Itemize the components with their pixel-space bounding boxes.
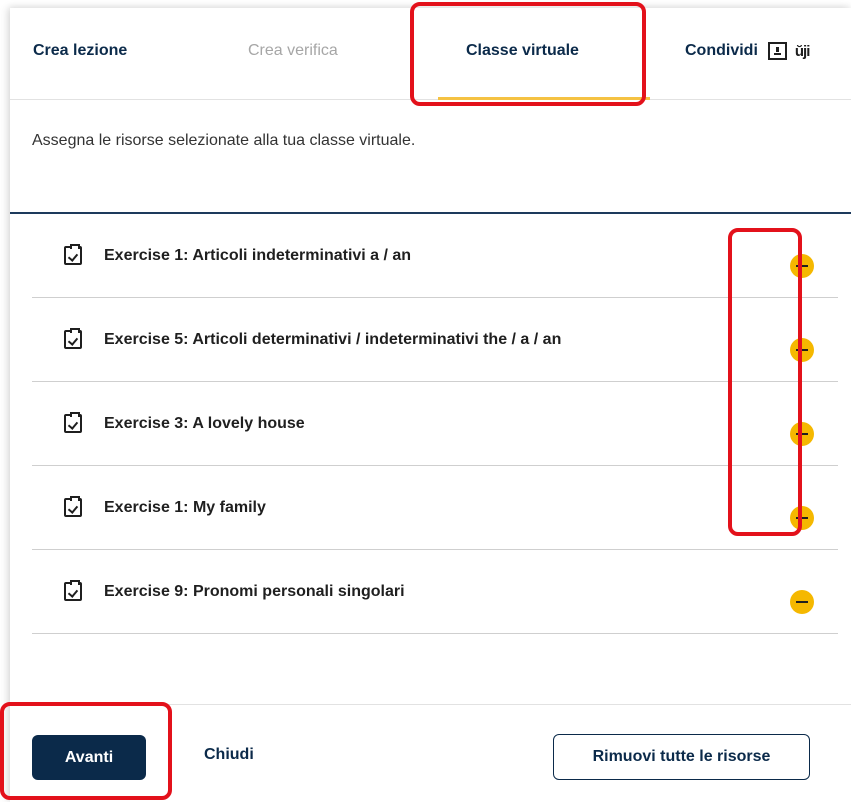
microsoft-teams-icon[interactable]: ŭji: [795, 43, 810, 60]
share-screen-icon[interactable]: [767, 42, 787, 60]
avanti-button[interactable]: Avanti: [32, 735, 146, 780]
list-item: Exercise 5: Articoli determinativi / ind…: [32, 298, 838, 382]
share-dialog: Crea lezione Crea verifica Classe virtua…: [10, 8, 851, 802]
list-item: Exercise 1: My family: [32, 466, 838, 550]
resource-title: Exercise 9: Pronomi personali singolari: [104, 582, 405, 600]
clipboard-check-icon: [64, 412, 82, 433]
clipboard-check-icon: [64, 244, 82, 265]
resource-title: Exercise 3: A lovely house: [104, 414, 305, 432]
resource-title: Exercise 1: My family: [104, 498, 266, 516]
remove-resource-button[interactable]: [790, 590, 814, 614]
dialog-footer: Avanti Chiudi Rimuovi tutte le risorse: [10, 704, 851, 802]
resource-list: Exercise 1: Articoli indeterminativi a /…: [32, 214, 838, 634]
remove-all-resources-button[interactable]: Rimuovi tutte le risorse: [553, 734, 810, 780]
remove-resource-button[interactable]: [790, 422, 814, 446]
list-item: Exercise 3: A lovely house: [32, 382, 838, 466]
tab-condividi[interactable]: Condividi ŭji: [685, 42, 810, 60]
chiudi-link[interactable]: Chiudi: [204, 746, 254, 764]
tab-classe-virtuale[interactable]: Classe virtuale: [466, 42, 579, 60]
clipboard-check-icon: [64, 580, 82, 601]
instructions-text: Assegna le risorse selezionate alla tua …: [32, 132, 416, 149]
resource-title: Exercise 5: Articoli determinativi / ind…: [104, 330, 562, 348]
remove-resource-button[interactable]: [790, 254, 814, 278]
active-tab-indicator: [438, 97, 650, 100]
remove-resource-button[interactable]: [790, 506, 814, 530]
clipboard-check-icon: [64, 328, 82, 349]
tab-condividi-label: Condividi: [685, 42, 758, 59]
tab-crea-lezione[interactable]: Crea lezione: [33, 42, 127, 60]
tab-crea-verifica: Crea verifica: [248, 42, 338, 59]
clipboard-check-icon: [64, 496, 82, 517]
resource-title: Exercise 1: Articoli indeterminativi a /…: [104, 246, 412, 264]
remove-resource-button[interactable]: [790, 338, 814, 362]
list-item: Exercise 9: Pronomi personali singolari: [32, 550, 838, 634]
list-item: Exercise 1: Articoli indeterminativi a /…: [32, 214, 838, 298]
tab-bar: Crea lezione Crea verifica Classe virtua…: [10, 8, 851, 100]
